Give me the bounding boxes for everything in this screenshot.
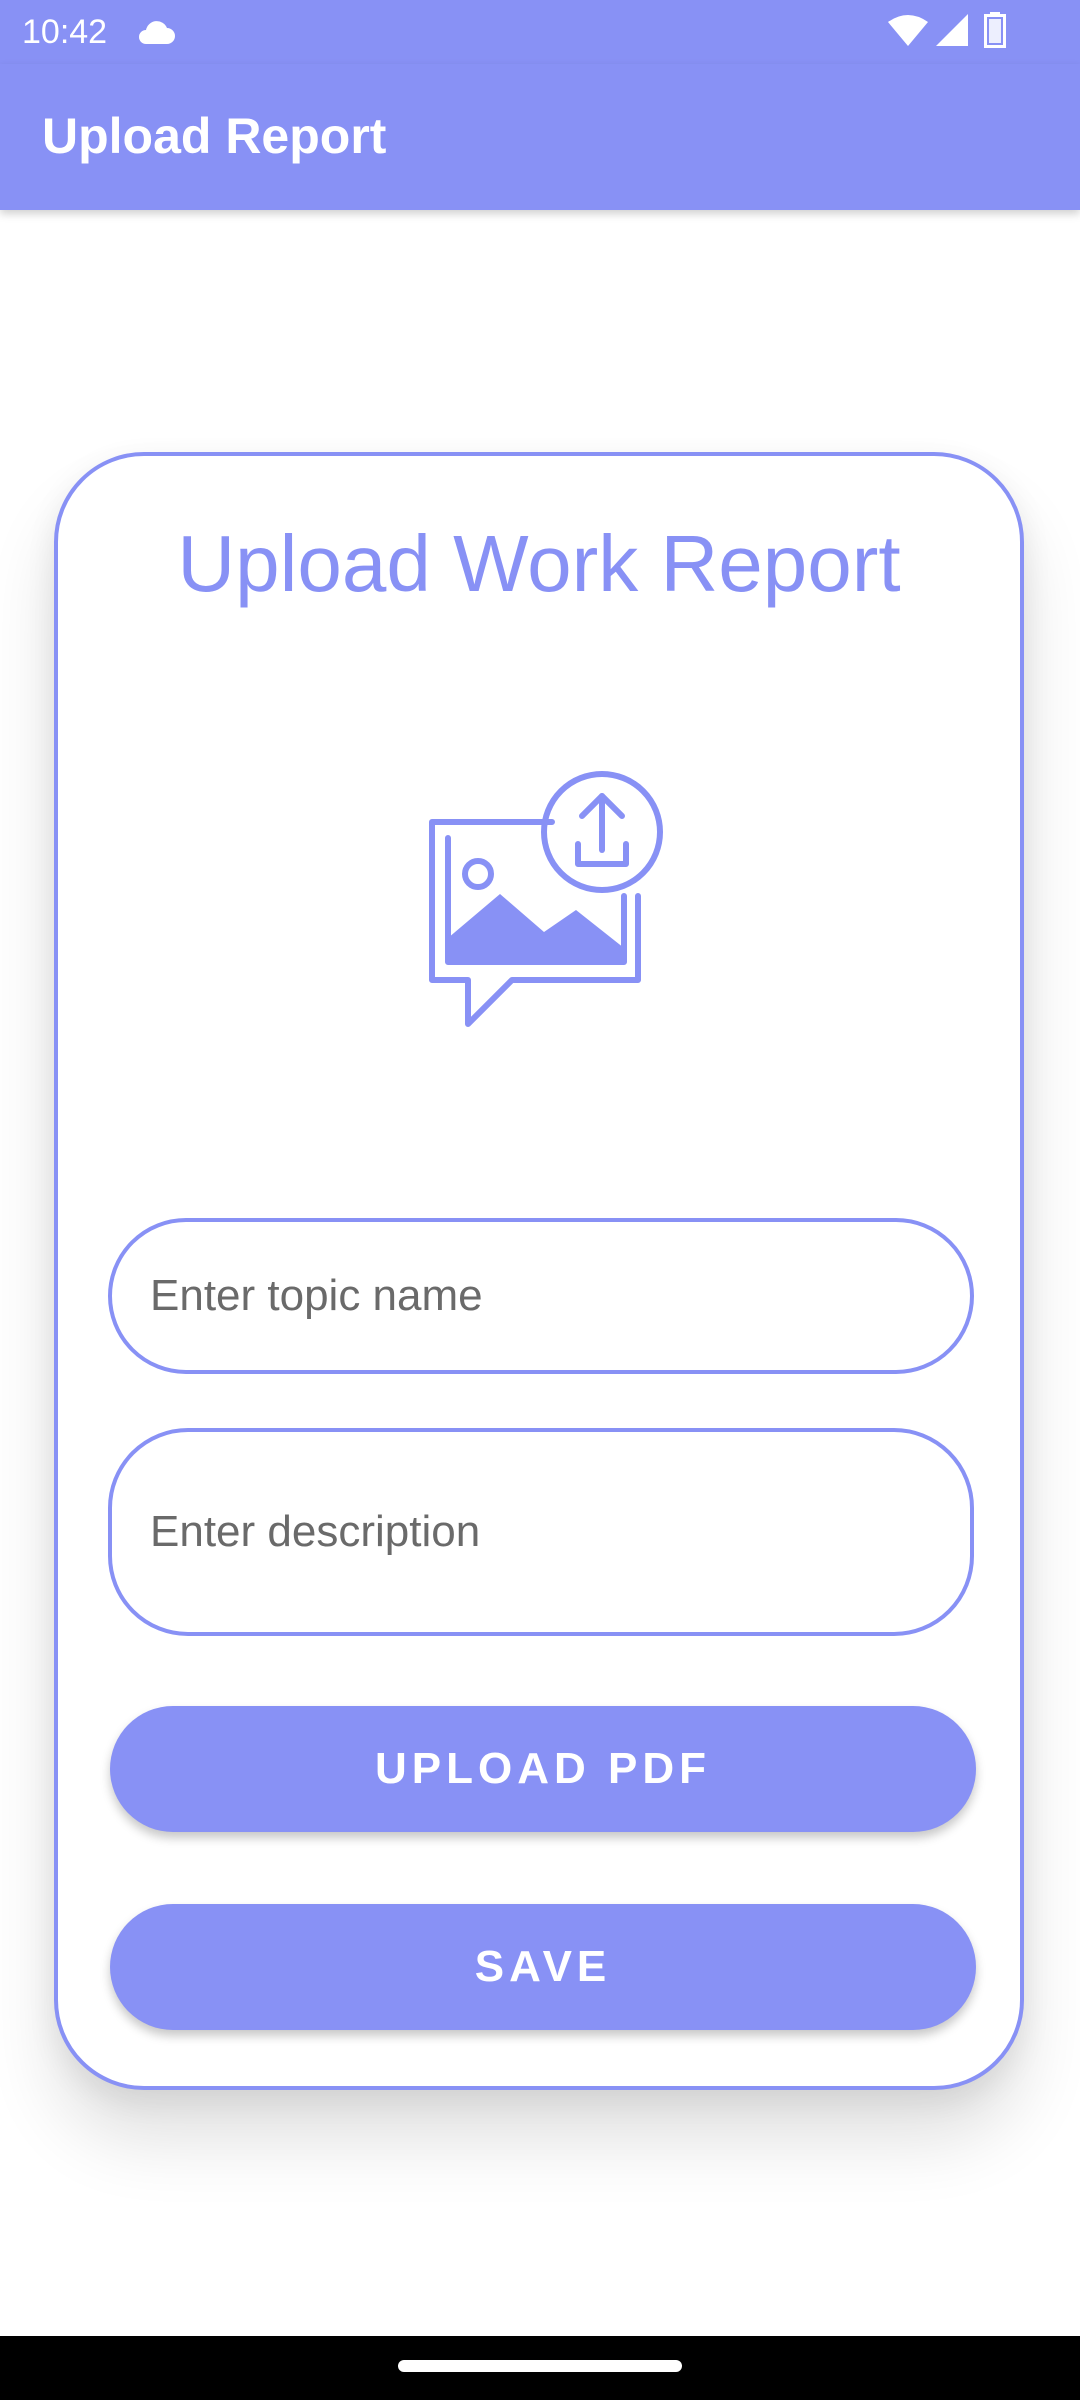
image-upload-icon: [429, 771, 663, 1027]
battery-icon: [984, 12, 1006, 48]
wifi-icon: [888, 15, 928, 46]
app-title: Upload Report: [42, 108, 387, 164]
navigation-bar: [0, 2336, 1080, 2400]
cloud-icon: [139, 21, 175, 44]
topic-name-input[interactable]: Enter topic name: [108, 1218, 974, 1374]
cell-signal-icon: [936, 14, 968, 46]
status-time: 10:42: [22, 13, 108, 51]
upload-pdf-button[interactable]: UPLOAD PDF: [110, 1706, 976, 1832]
topic-name-placeholder: Enter topic name: [150, 1271, 483, 1320]
description-input[interactable]: Enter description: [108, 1428, 974, 1636]
status-bar: 10:42: [0, 0, 1080, 64]
card-title: Upload Work Report: [177, 519, 901, 608]
app-bar: Upload Report: [0, 64, 1080, 210]
save-button[interactable]: SAVE: [110, 1904, 976, 2030]
description-placeholder: Enter description: [150, 1507, 481, 1556]
home-indicator[interactable]: [398, 2360, 682, 2372]
upload-card: Upload Work Report Enter topic name Ente…: [54, 452, 1024, 2090]
